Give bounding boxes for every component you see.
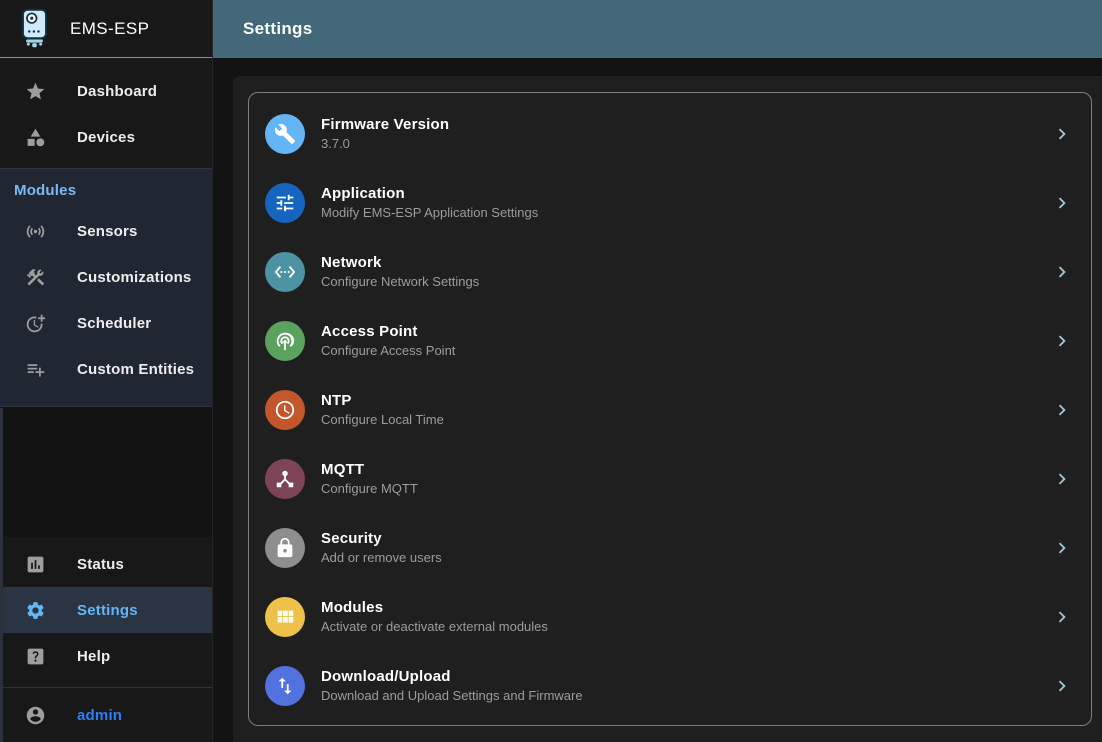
sidebar-item-custom-entities[interactable]: Custom Entities [0,346,212,392]
settings-item-ntp[interactable]: NTP Configure Local Time [249,375,1091,444]
app-logo-area: EMS-ESP [0,0,212,58]
settings-item-subtitle: Configure Access Point [321,343,1035,358]
sidebar-item-admin[interactable]: admin [0,688,212,742]
chevron-right-icon [1051,261,1073,283]
gear-icon [25,600,46,621]
sidebar-scrollbar[interactable] [0,408,3,742]
more-time-icon [25,313,46,334]
chevron-right-icon [1051,192,1073,214]
wrench-icon [265,114,305,154]
sidebar-modules-section: Modules Sensors Customizations Scheduler… [0,168,212,407]
settings-item-modules[interactable]: Modules Activate or deactivate external … [249,582,1091,651]
import-export-icon [265,666,305,706]
sidebar-nav-bottom: Status Settings Help admin [0,537,212,742]
admin-user-label: admin [77,707,122,724]
settings-item-download-upload[interactable]: Download/Upload Download and Upload Sett… [249,651,1091,720]
construction-icon [25,267,46,288]
chevron-right-icon [1051,399,1073,421]
module-grid-icon [265,597,305,637]
tune-sliders-icon [265,183,305,223]
sidebar-item-settings[interactable]: Settings [0,587,212,633]
sidebar-item-help[interactable]: Help [0,633,212,679]
sidebar-item-label: Settings [77,602,138,619]
modules-section-label: Modules [0,169,212,208]
settings-item-access-point[interactable]: Access Point Configure Access Point [249,306,1091,375]
playlist-add-icon [25,359,46,380]
settings-item-security[interactable]: Security Add or remove users [249,513,1091,582]
ethernet-icon [265,252,305,292]
sidebar-item-label: Status [77,556,124,573]
settings-item-title: Network [321,254,1035,271]
sidebar-item-devices[interactable]: Devices [0,114,212,160]
sidebar-item-label: Scheduler [77,315,151,332]
sidebar-item-status[interactable]: Status [0,541,212,587]
wifi-tethering-icon [265,321,305,361]
account-circle-icon [25,705,46,726]
star-icon [25,81,46,102]
sidebar-item-label: Help [77,648,110,665]
sidebar-item-label: Customizations [77,269,191,286]
app-title: EMS-ESP [70,19,149,39]
main-area: Settings Firmware Version 3.7.0 Applicat… [213,0,1102,742]
sidebar-nav-main: Dashboard Devices [0,58,212,168]
category-icon [25,127,46,148]
settings-item-firmware-version[interactable]: Firmware Version 3.7.0 [249,99,1091,168]
ems-esp-logo-icon [16,7,53,51]
settings-item-title: Download/Upload [321,668,1035,685]
sidebar-item-customizations[interactable]: Customizations [0,254,212,300]
sidebar-spacer [0,407,212,537]
settings-item-network[interactable]: Network Configure Network Settings [249,237,1091,306]
settings-item-subtitle: Add or remove users [321,550,1035,565]
settings-item-title: MQTT [321,461,1035,478]
sidebar-item-label: Devices [77,129,135,146]
device-hub-icon [265,459,305,499]
sidebar-nav-modules: Sensors Customizations Scheduler Custom … [0,208,212,392]
sidebar-item-label: Dashboard [77,83,157,100]
settings-item-subtitle: Configure Local Time [321,412,1035,427]
settings-item-title: Firmware Version [321,116,1035,133]
sensors-icon [25,221,46,242]
chevron-right-icon [1051,468,1073,490]
help-icon [25,646,46,667]
chevron-right-icon [1051,330,1073,352]
sidebar-item-label: Sensors [77,223,138,240]
lock-icon [265,528,305,568]
settings-list: Firmware Version 3.7.0 Application Modif… [248,92,1092,726]
sidebar: EMS-ESP Dashboard Devices Modules Sensor… [0,0,213,742]
settings-item-subtitle: Download and Upload Settings and Firmwar… [321,688,1035,703]
app-header: Settings [213,0,1102,58]
content-panel: Firmware Version 3.7.0 Application Modif… [233,76,1102,742]
settings-item-title: Security [321,530,1035,547]
chevron-right-icon [1051,606,1073,628]
settings-item-title: NTP [321,392,1035,409]
clock-icon [265,390,305,430]
settings-item-subtitle: Activate or deactivate external modules [321,619,1035,634]
chevron-right-icon [1051,537,1073,559]
sidebar-item-dashboard[interactable]: Dashboard [0,68,212,114]
settings-item-title: Modules [321,599,1035,616]
sidebar-item-label: Custom Entities [77,361,194,378]
sidebar-item-sensors[interactable]: Sensors [0,208,212,254]
settings-item-application[interactable]: Application Modify EMS-ESP Application S… [249,168,1091,237]
settings-item-title: Access Point [321,323,1035,340]
content-area: Firmware Version 3.7.0 Application Modif… [213,58,1102,742]
app-root: EMS-ESP Dashboard Devices Modules Sensor… [0,0,1102,742]
chevron-right-icon [1051,675,1073,697]
settings-item-subtitle: Configure MQTT [321,481,1035,496]
bar-chart-icon [25,554,46,575]
sidebar-item-scheduler[interactable]: Scheduler [0,300,212,346]
chevron-right-icon [1051,123,1073,145]
settings-item-subtitle: Configure Network Settings [321,274,1035,289]
settings-item-title: Application [321,185,1035,202]
page-title: Settings [243,19,312,39]
settings-item-mqtt[interactable]: MQTT Configure MQTT [249,444,1091,513]
settings-item-subtitle: Modify EMS-ESP Application Settings [321,205,1035,220]
settings-item-subtitle: 3.7.0 [321,136,1035,151]
